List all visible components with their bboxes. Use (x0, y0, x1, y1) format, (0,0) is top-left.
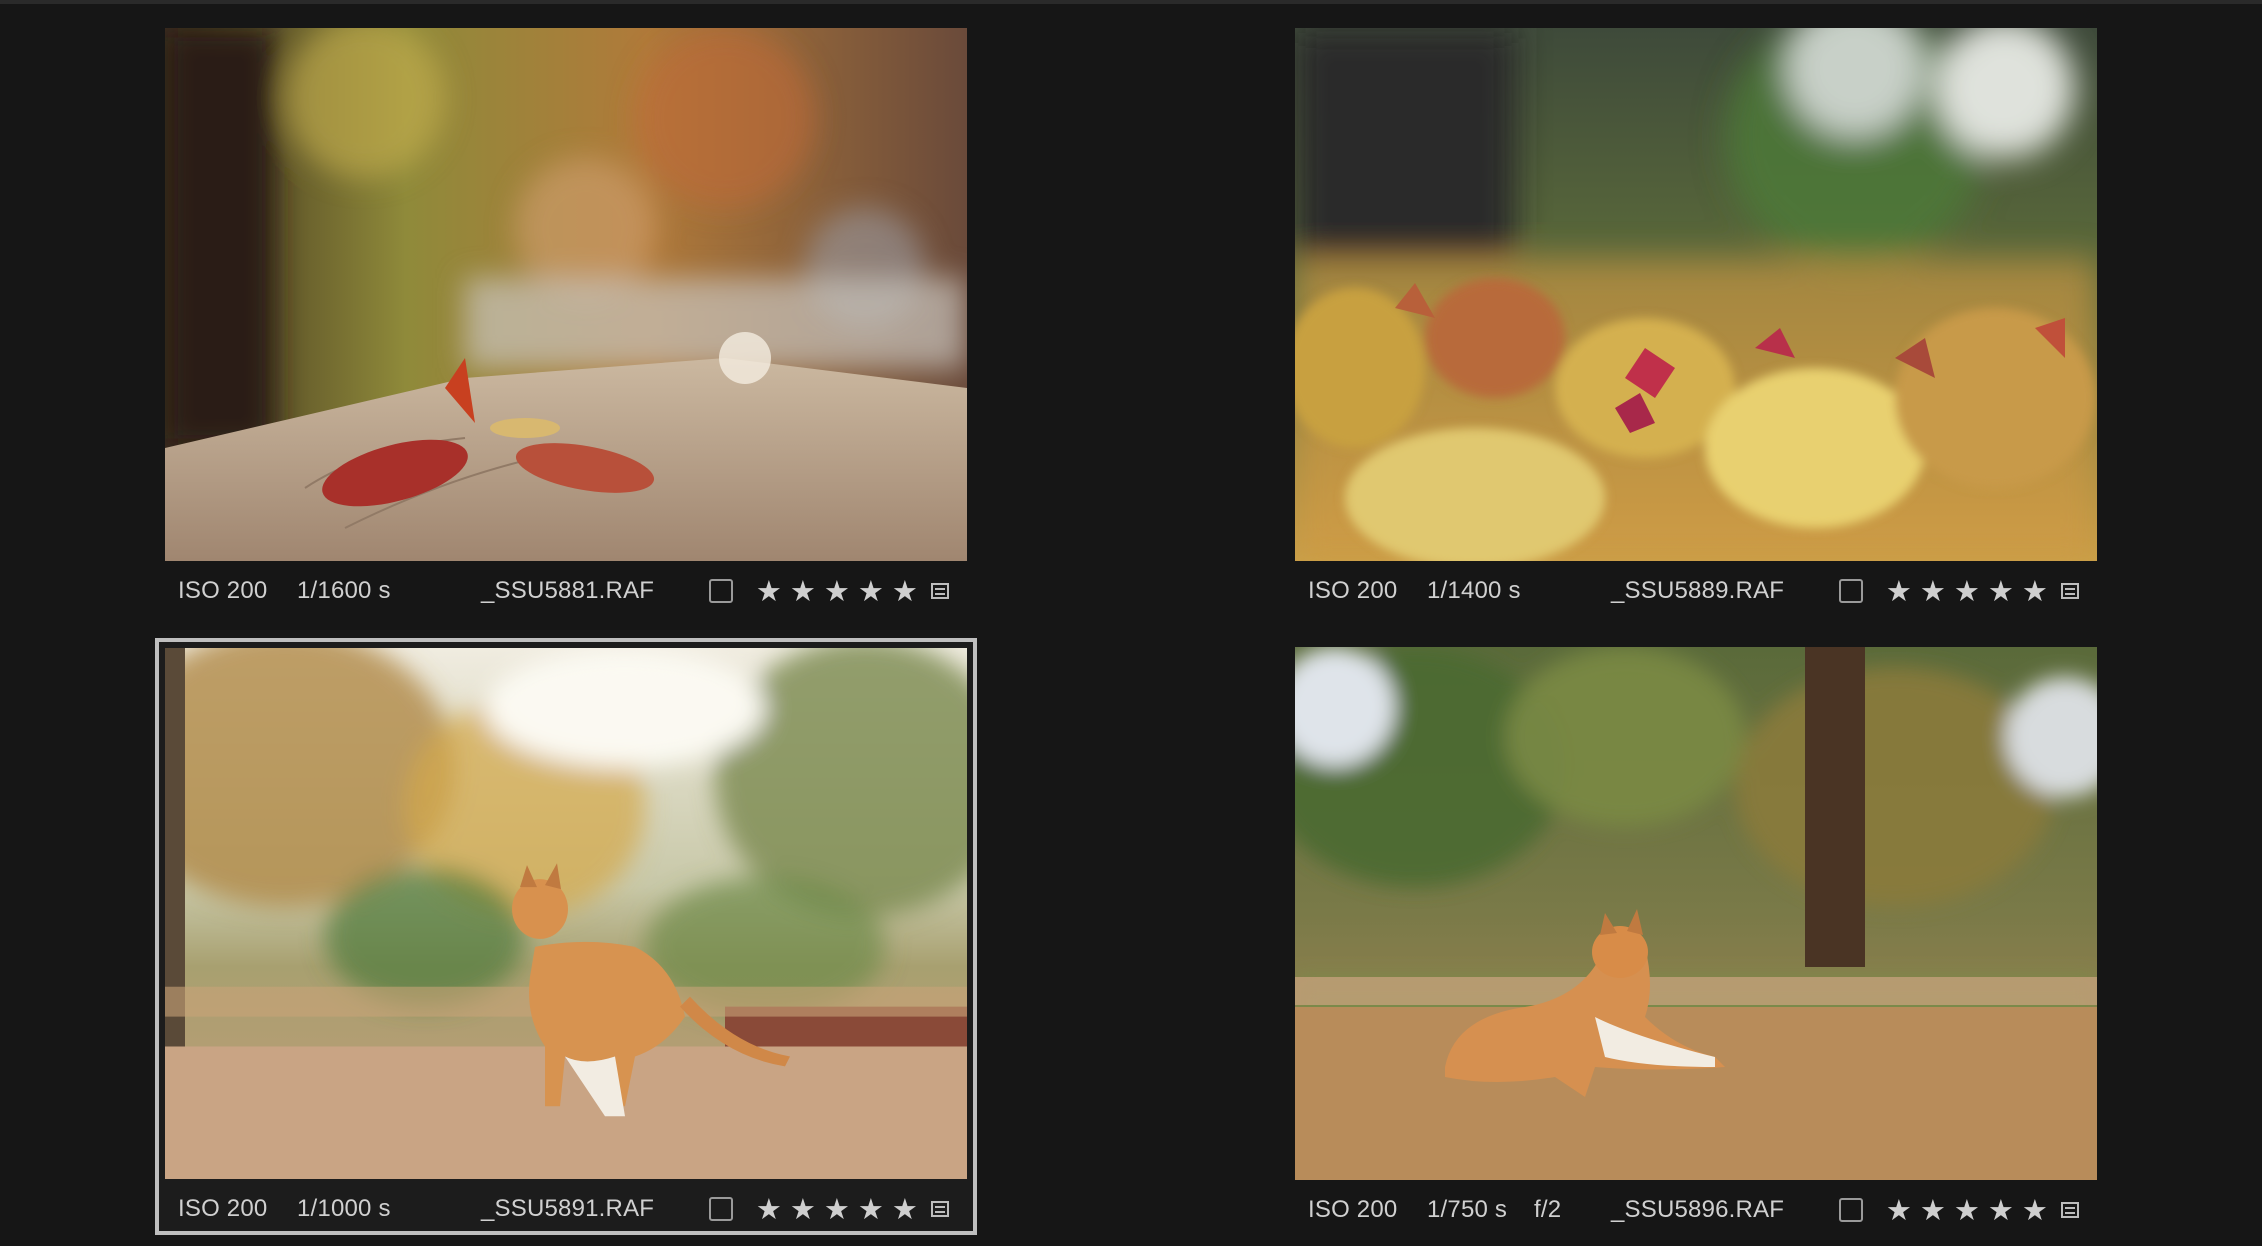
star-icon[interactable]: ★ (857, 574, 885, 609)
filename-label: _SSU5896.RAF (1611, 1196, 1785, 1223)
metadata-note-icon[interactable] (2061, 583, 2079, 599)
photo-cell-4[interactable]: ISO 200 1/750 s f/2 _SSU5896.RAF ★ ★ ★ ★… (1295, 647, 2097, 1240)
shutter-speed-label: 1/1000 s (297, 1195, 391, 1222)
photo-info-bar: ISO 200 1/1000 s _SSU5891.RAF ★ ★ ★ ★ ★ (165, 1179, 967, 1239)
photo-cell-3-selected[interactable]: ISO 200 1/1000 s _SSU5891.RAF ★ ★ ★ ★ ★ (155, 638, 977, 1235)
filename-label: _SSU5891.RAF (481, 1195, 655, 1222)
shutter-speed-label: 1/1400 s (1427, 577, 1521, 604)
select-checkbox[interactable] (1839, 579, 1863, 603)
star-icon[interactable]: ★ (789, 1192, 817, 1227)
star-icon[interactable]: ★ (789, 574, 817, 609)
iso-label: ISO 200 (1308, 577, 1398, 604)
photo-info-bar: ISO 200 1/1600 s _SSU5881.RAF ★ ★ ★ ★ ★ (165, 561, 967, 621)
select-checkbox[interactable] (1839, 1198, 1863, 1222)
star-icon[interactable]: ★ (823, 1192, 851, 1227)
star-icon[interactable]: ★ (1919, 574, 1947, 609)
iso-label: ISO 200 (178, 577, 268, 604)
star-icon[interactable]: ★ (1919, 1193, 1947, 1228)
thumbnail-grid: ISO 200 1/1600 s _SSU5881.RAF ★ ★ ★ ★ ★ (0, 0, 2262, 1246)
star-rating[interactable]: ★ ★ ★ ★ ★ (755, 574, 919, 609)
star-icon[interactable]: ★ (755, 574, 783, 609)
shutter-speed-label: 1/750 s (1427, 1196, 1508, 1223)
filename-label: _SSU5889.RAF (1611, 577, 1785, 604)
star-icon[interactable]: ★ (823, 574, 851, 609)
star-rating[interactable]: ★ ★ ★ ★ ★ (755, 1192, 919, 1227)
photo-cell-2[interactable]: ISO 200 1/1400 s _SSU5889.RAF ★ ★ ★ ★ ★ (1295, 28, 2097, 621)
metadata-note-icon[interactable] (931, 583, 949, 599)
select-checkbox[interactable] (709, 579, 733, 603)
iso-label: ISO 200 (1308, 1196, 1398, 1223)
aperture-label: f/2 (1534, 1196, 1562, 1223)
photo-thumbnail-leaves-bench[interactable] (165, 28, 967, 561)
metadata-note-icon[interactable] (2061, 1202, 2079, 1218)
star-icon[interactable]: ★ (891, 574, 919, 609)
filename-label: _SSU5881.RAF (481, 577, 655, 604)
photo-info-bar: ISO 200 1/1400 s _SSU5889.RAF ★ ★ ★ ★ ★ (1295, 561, 2097, 621)
star-icon[interactable]: ★ (1885, 1193, 1913, 1228)
star-icon[interactable]: ★ (755, 1192, 783, 1227)
shutter-speed-label: 1/1600 s (297, 577, 391, 604)
photo-cell-1[interactable]: ISO 200 1/1600 s _SSU5881.RAF ★ ★ ★ ★ ★ (165, 28, 967, 621)
star-icon[interactable]: ★ (1987, 574, 2015, 609)
photo-info-bar: ISO 200 1/750 s f/2 _SSU5896.RAF ★ ★ ★ ★… (1295, 1180, 2097, 1240)
star-icon[interactable]: ★ (857, 1192, 885, 1227)
star-rating[interactable]: ★ ★ ★ ★ ★ (1885, 574, 2049, 609)
select-checkbox[interactable] (709, 1197, 733, 1221)
star-icon[interactable]: ★ (1953, 1193, 1981, 1228)
star-icon[interactable]: ★ (2021, 1193, 2049, 1228)
star-rating[interactable]: ★ ★ ★ ★ ★ (1885, 1193, 2049, 1228)
iso-label: ISO 200 (178, 1195, 268, 1222)
star-icon[interactable]: ★ (1987, 1193, 2015, 1228)
photo-thumbnail-autumn-shrub[interactable] (1295, 28, 2097, 561)
metadata-note-icon[interactable] (931, 1201, 949, 1217)
star-icon[interactable]: ★ (1885, 574, 1913, 609)
star-icon[interactable]: ★ (1953, 574, 1981, 609)
photo-thumbnail-cat-walking[interactable] (165, 648, 967, 1179)
star-icon[interactable]: ★ (2021, 574, 2049, 609)
photo-thumbnail-cat-lying[interactable] (1295, 647, 2097, 1180)
star-icon[interactable]: ★ (891, 1192, 919, 1227)
